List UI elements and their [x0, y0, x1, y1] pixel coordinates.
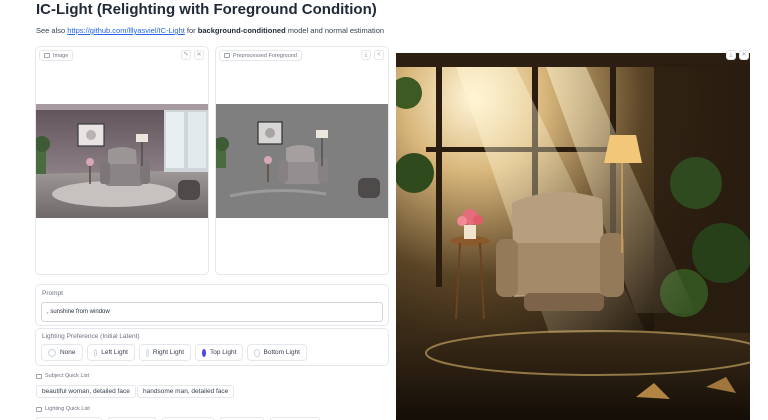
page-title: IC-Light (Relighting with Foreground Con… — [36, 1, 377, 18]
list-icon — [36, 373, 42, 379]
radio-label-left-light: Left Light — [101, 349, 128, 356]
radio-dot — [94, 348, 98, 357]
preprocessed-label: Preprocessed Foreground — [219, 50, 302, 61]
input-image-label: Image — [39, 50, 74, 61]
radio-label-none: None — [60, 349, 76, 356]
radio-left-light[interactable]: Left Light — [87, 344, 135, 361]
pencil-icon: ✎ — [183, 52, 189, 58]
subject-chip-woman[interactable]: beautiful woman, detailed face — [36, 385, 136, 398]
lighting-preference-label: Lighting Preference (Initial Latent) — [42, 333, 140, 340]
radio-none[interactable]: None — [41, 344, 83, 361]
share-icon: < — [377, 52, 381, 58]
radio-bottom-light[interactable]: Bottom Light — [247, 344, 307, 361]
download-icon: ⤓ — [364, 52, 368, 58]
input-image — [36, 104, 208, 218]
preprocessed-image — [216, 104, 388, 218]
share-foreground-button[interactable]: < — [374, 50, 384, 60]
radio-label-top-light: Top Light — [210, 349, 237, 356]
relit-room-illustration — [396, 53, 750, 420]
image-icon — [44, 53, 50, 58]
radio-dot — [48, 348, 56, 357]
radio-label-right-light: Right Light — [152, 349, 184, 356]
subject-chip-man[interactable]: handsome man, detailed face — [137, 385, 235, 398]
image-icon — [224, 53, 230, 58]
radio-dot-selected — [202, 348, 206, 357]
download-icon: ⤓ — [729, 52, 733, 58]
preprocessed-foreground-panel[interactable]: Preprocessed Foreground ⤓ < — [215, 46, 389, 275]
output-gallery-panel[interactable]: ⤓ ✕ — [396, 46, 751, 420]
see-also-middle: for — [184, 26, 198, 35]
prompt-block: Prompt , sunshine from window — [35, 284, 389, 326]
see-also-line: See also https://github.com/lllyasviel/I… — [36, 26, 384, 35]
see-also-suffix: model and normal estimation — [285, 26, 385, 35]
download-output-button[interactable]: ⤓ — [726, 50, 736, 60]
see-also-prefix: See also — [36, 26, 68, 35]
lighting-quick-list-label: Lighting Quick List — [36, 406, 90, 412]
list-icon — [36, 406, 42, 412]
close-output-button[interactable]: ✕ — [739, 50, 749, 60]
prompt-input[interactable]: , sunshine from window — [41, 302, 383, 322]
download-foreground-button[interactable]: ⤓ — [361, 50, 371, 60]
input-image-panel[interactable]: Image ✎ ✕ — [35, 46, 209, 275]
radio-label-bottom-light: Bottom Light — [263, 349, 301, 356]
see-also-bold: background-conditioned — [197, 26, 286, 35]
radio-dot — [146, 348, 149, 357]
github-link[interactable]: https://github.com/lllyasviel/IC-Light — [67, 26, 185, 35]
edit-image-button[interactable]: ✎ — [181, 50, 191, 60]
foreground-illustration — [216, 104, 388, 218]
close-icon: ✕ — [196, 52, 202, 58]
radio-dot — [254, 348, 260, 357]
prompt-label: Prompt — [42, 290, 63, 297]
preprocessed-label-text: Preprocessed Foreground — [233, 52, 297, 59]
radio-top-light[interactable]: Top Light — [195, 344, 243, 361]
subject-quick-list-text: Subject Quick List — [45, 373, 90, 379]
radio-right-light[interactable]: Right Light — [139, 344, 191, 361]
clear-image-button[interactable]: ✕ — [194, 50, 204, 60]
input-room-illustration — [36, 104, 208, 218]
subject-quick-list-label: Subject Quick List — [36, 373, 89, 379]
close-icon: ✕ — [741, 52, 747, 58]
output-image — [396, 53, 750, 420]
lighting-quick-list-text: Lighting Quick List — [45, 406, 90, 412]
input-image-label-text: Image — [53, 52, 69, 59]
